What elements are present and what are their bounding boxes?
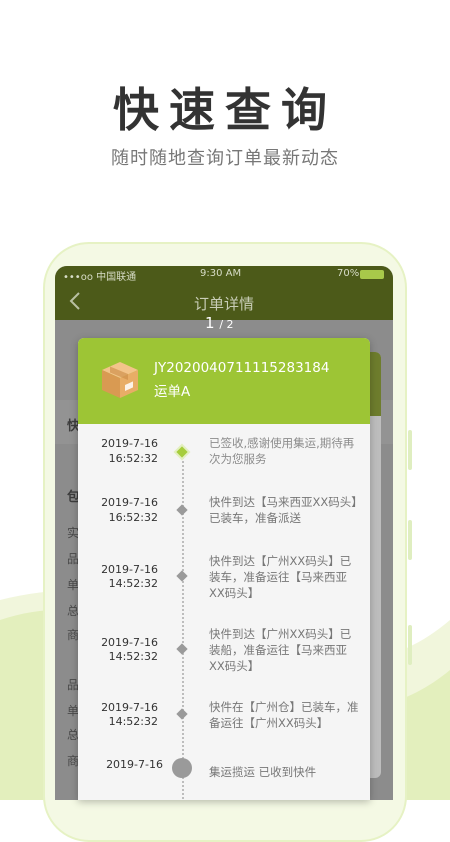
timeline-dot-icon (176, 708, 188, 720)
package-box-icon (102, 362, 138, 398)
timeline-date: 2019-7-16 (101, 437, 158, 450)
battery-icon (360, 270, 384, 279)
order-card-header: JY2020040711115283184 运单A (78, 338, 370, 424)
timeline-date: 2019-7-16 (101, 563, 158, 576)
order-number: JY2020040711115283184 (154, 360, 330, 376)
page-total: / 2 (219, 318, 234, 331)
timeline-start-icon (172, 758, 192, 778)
timeline-track (182, 446, 184, 800)
timeline-time: 14:52:32 (108, 715, 158, 728)
timeline-time: 16:52:32 (108, 511, 158, 524)
carrier-label: •••oo 中国联通 (63, 272, 137, 283)
timeline-text: 快件在【广州仓】已装车，准备运往【广州XX码头】 (209, 700, 359, 730)
page-subtitle: 随时随地查询订单最新动态 (111, 148, 339, 169)
timeline-dot-icon (176, 570, 188, 582)
timeline-text: 快件到达【广州XX码头】已装船，准备运往【马来西亚XX码头】 (209, 627, 352, 673)
page-indicator: 1 / 2 (205, 314, 234, 332)
battery-level: 70% (337, 268, 360, 279)
phone-side-button (408, 430, 412, 470)
nav-title: 订单详情 (193, 295, 254, 313)
timeline-text: 快件到达【马来西亚XX码头】已装车，准备派送 (209, 495, 358, 525)
timeline-time: 14:52:32 (108, 577, 158, 590)
phone-side-button (408, 520, 412, 560)
timeline-date: 2019-7-16 (101, 701, 158, 714)
order-card[interactable]: JY2020040711115283184 运单A 2019-7-16 16:5… (78, 338, 370, 800)
timeline-date: 2019-7-16 (106, 758, 163, 771)
timeline-text: 快件到达【广州XX码头】已装车，准备运往【马来西亚XX码头】 (209, 554, 352, 600)
timeline-date: 2019-7-16 (101, 496, 158, 509)
timeline-text: 已签收,感谢使用集运,期待再次为您服务 (209, 436, 355, 466)
page-title: 快速查询 (113, 83, 337, 137)
timeline-time: 16:52:32 (108, 452, 158, 465)
status-bar: •••oo 中国联通 9:30 AM 70% (55, 266, 393, 284)
phone-side-button (408, 625, 412, 665)
status-time: 9:30 AM (200, 268, 242, 279)
page-current: 1 (205, 314, 215, 332)
timeline-dot-icon (176, 643, 188, 655)
timeline-text: 集运揽运 已收到快件 (209, 765, 317, 779)
timeline-dot-icon (176, 446, 188, 458)
timeline-time: 14:52:32 (108, 650, 158, 663)
order-name: 运单A (154, 384, 191, 400)
timeline-dot-icon (176, 504, 188, 516)
timeline-date: 2019-7-16 (101, 636, 158, 649)
